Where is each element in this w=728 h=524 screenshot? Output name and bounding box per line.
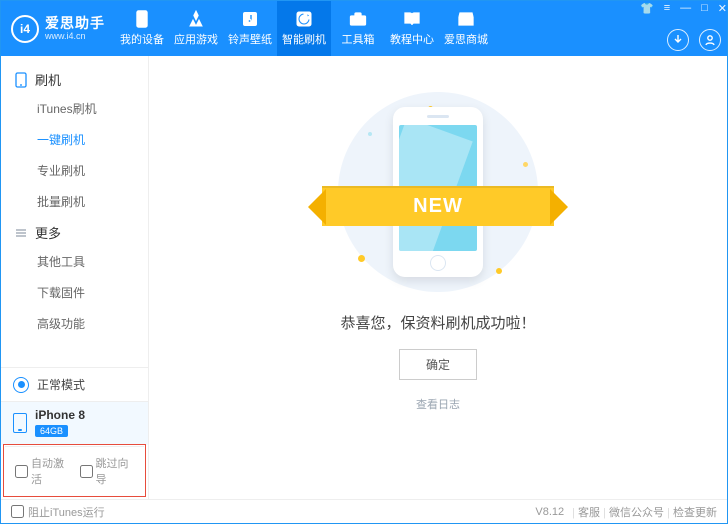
ribbon-text: NEW: [322, 186, 554, 226]
sidebar-item[interactable]: iTunes刷机: [1, 93, 148, 124]
theme-icon[interactable]: 👕: [640, 2, 654, 15]
group-label: 更多: [35, 223, 61, 242]
store-icon: [457, 10, 475, 28]
success-illustration: NEW: [338, 92, 538, 292]
window: i4 爱思助手 www.i4.cn 我的设备应用游戏铃声壁纸智能刷机工具箱教程中…: [0, 0, 728, 524]
mode-label: 正常模式: [37, 376, 85, 393]
device-row[interactable]: iPhone 8 64GB: [1, 402, 148, 445]
footer-link[interactable]: 检查更新: [673, 507, 717, 519]
version-label: V8.12: [535, 506, 564, 518]
nav-label: 我的设备: [120, 31, 164, 47]
window-controls: 👕 ≡ — □ ✕: [640, 1, 727, 15]
body: 刷机 iTunes刷机一键刷机专业刷机批量刷机 更多 其他工具下载固件高级功能 …: [1, 56, 727, 499]
new-ribbon-icon: NEW: [306, 180, 570, 232]
header: i4 爱思助手 www.i4.cn 我的设备应用游戏铃声壁纸智能刷机工具箱教程中…: [1, 1, 727, 56]
nav-label: 铃声壁纸: [228, 31, 272, 47]
logo-text: 爱思助手 www.i4.cn: [45, 15, 105, 41]
auto-activate-checkbox[interactable]: 自动激活: [15, 455, 70, 487]
book-icon: [403, 10, 421, 28]
nav-label: 智能刷机: [282, 31, 326, 47]
nav-phone[interactable]: 我的设备: [115, 1, 169, 56]
header-round-buttons: [667, 29, 721, 51]
nav-label: 教程中心: [390, 31, 434, 47]
main-nav: 我的设备应用游戏铃声壁纸智能刷机工具箱教程中心爱思商城: [115, 1, 640, 56]
success-message: 恭喜您，保资料刷机成功啦！: [340, 312, 535, 333]
nav-label: 爱思商城: [444, 31, 488, 47]
footer: 阻止iTunes运行 V8.12 | 客服 | 微信公众号 | 检查更新: [1, 499, 727, 523]
sidebar-item[interactable]: 一键刷机: [1, 124, 148, 155]
sidebar-group-flash[interactable]: 刷机: [1, 64, 148, 93]
menu-lines-icon: [15, 227, 27, 239]
auto-activate-label: 自动激活: [31, 455, 70, 487]
sidebar-footer: 正常模式 iPhone 8 64GB 自动激活 跳过向导: [1, 367, 148, 499]
phone-icon: [15, 72, 27, 88]
option-row: 自动激活 跳过向导: [5, 446, 144, 495]
logo[interactable]: i4 爱思助手 www.i4.cn: [1, 1, 115, 56]
sidebar-item[interactable]: 专业刷机: [1, 155, 148, 186]
sidebar-item[interactable]: 其他工具: [1, 246, 148, 277]
device-info: iPhone 8 64GB: [35, 408, 85, 437]
device-icon: [13, 413, 27, 433]
logo-badge-icon: i4: [11, 15, 39, 43]
device-name: iPhone 8: [35, 408, 85, 422]
highlighted-options: 自动激活 跳过向导: [3, 444, 146, 497]
block-itunes-checkbox[interactable]: 阻止iTunes运行: [11, 504, 105, 520]
minimize-icon[interactable]: —: [680, 2, 691, 14]
nav-store[interactable]: 爱思商城: [439, 1, 493, 56]
toolbox-icon: [349, 10, 367, 28]
header-right: 👕 ≡ — □ ✕: [640, 1, 727, 56]
main-panel: NEW 恭喜您，保资料刷机成功啦！ 确定 查看日志: [149, 56, 727, 499]
nav-music[interactable]: 铃声壁纸: [223, 1, 277, 56]
sidebar: 刷机 iTunes刷机一键刷机专业刷机批量刷机 更多 其他工具下载固件高级功能 …: [1, 56, 149, 499]
phone-icon: [133, 10, 151, 28]
ok-button[interactable]: 确定: [399, 349, 477, 380]
nav-book[interactable]: 教程中心: [385, 1, 439, 56]
menu-icon[interactable]: ≡: [664, 2, 670, 14]
nav-label: 工具箱: [342, 31, 375, 47]
download-icon[interactable]: [667, 29, 689, 51]
footer-link[interactable]: 微信公众号: [609, 507, 664, 519]
sidebar-list: 刷机 iTunes刷机一键刷机专业刷机批量刷机 更多 其他工具下载固件高级功能: [1, 56, 148, 367]
user-icon[interactable]: [699, 29, 721, 51]
apps-icon: [187, 10, 205, 28]
sidebar-item[interactable]: 下载固件: [1, 277, 148, 308]
group-label: 刷机: [35, 70, 61, 89]
flash-icon: [295, 10, 313, 28]
logo-name: 爱思助手: [45, 15, 105, 31]
nav-toolbox[interactable]: 工具箱: [331, 1, 385, 56]
skip-wizard-label: 跳过向导: [96, 455, 135, 487]
nav-apps[interactable]: 应用游戏: [169, 1, 223, 56]
mode-row[interactable]: 正常模式: [1, 368, 148, 402]
nav-label: 应用游戏: [174, 31, 218, 47]
block-itunes-label: 阻止iTunes运行: [28, 504, 105, 520]
close-icon[interactable]: ✕: [718, 2, 727, 15]
storage-badge: 64GB: [35, 425, 68, 437]
skip-wizard-checkbox[interactable]: 跳过向导: [80, 455, 135, 487]
sidebar-group-more[interactable]: 更多: [1, 217, 148, 246]
sidebar-item[interactable]: 高级功能: [1, 308, 148, 339]
mode-icon: [13, 377, 29, 393]
logo-url: www.i4.cn: [45, 31, 105, 41]
nav-flash[interactable]: 智能刷机: [277, 1, 331, 56]
view-log-link[interactable]: 查看日志: [416, 396, 460, 412]
footer-link[interactable]: 客服: [578, 507, 600, 519]
sidebar-item[interactable]: 批量刷机: [1, 186, 148, 217]
maximize-icon[interactable]: □: [701, 2, 708, 14]
music-icon: [241, 10, 259, 28]
